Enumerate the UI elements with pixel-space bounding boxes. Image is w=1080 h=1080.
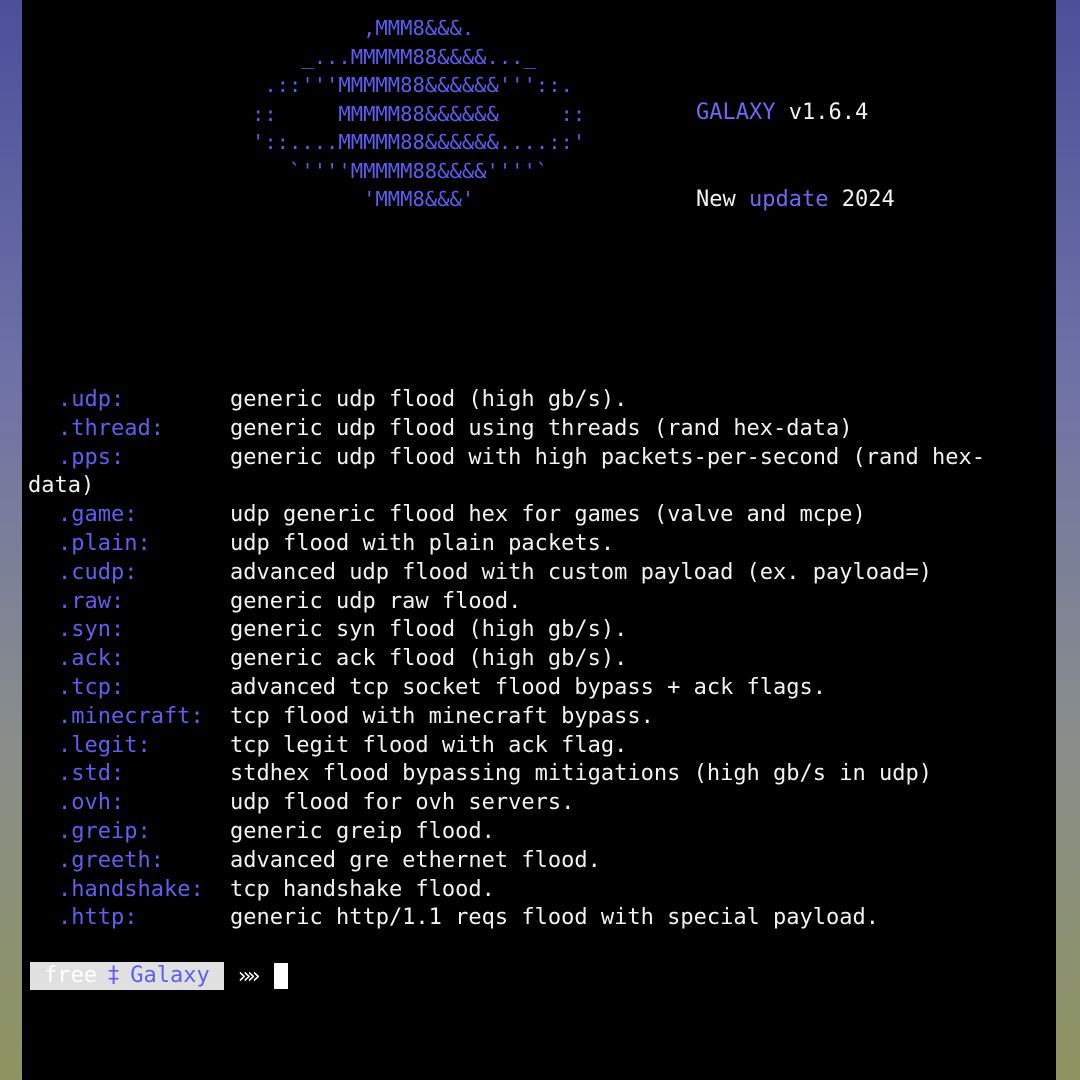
method-description-wrap: data) <box>28 473 95 499</box>
method-row: .handshake: tcp handshake flood. <box>28 876 1052 905</box>
version-label: v1.6.4 <box>788 100 869 125</box>
update-word-update: update <box>749 187 829 212</box>
command-prompt[interactable]: free ‡ Galaxy »» <box>30 962 289 990</box>
method-row: .greeth: advanced gre ethernet flood. <box>28 847 1052 876</box>
method-description: tcp flood with minecraft bypass. <box>230 703 654 729</box>
method-name: .legit: <box>58 732 151 758</box>
method-description: generic udp flood with high packets-per-… <box>230 444 985 470</box>
brand-line: GALAXY v1.6.4 <box>696 98 895 127</box>
method-row: .thread: generic udp flood using threads … <box>28 415 1052 444</box>
update-line: New update 2024 <box>696 185 895 214</box>
method-row: .cudp: advanced udp flood with custom pay… <box>28 559 1052 588</box>
method-list: .udp: generic udp flood (high gb/s). .thre… <box>28 386 1052 933</box>
update-word-new: New <box>696 187 736 212</box>
brand-name: GALAXY <box>696 100 776 125</box>
method-name: .syn: <box>58 617 125 643</box>
method-description: generic http/1.1 reqs flood with special… <box>230 905 880 931</box>
logo-line: `''''MMMMM88&&&&''''` <box>252 158 549 183</box>
method-description: udp generic flood hex for games (valve a… <box>230 502 866 528</box>
method-description: udp flood for ovh servers. <box>230 790 575 816</box>
method-name: .greeth: <box>58 847 164 873</box>
prompt-badge: free ‡ Galaxy <box>30 962 224 990</box>
method-name: .game: <box>58 502 138 528</box>
method-description: generic udp flood using threads (rand he… <box>230 415 853 441</box>
method-row: .udp: generic udp flood (high gb/s). <box>28 386 1052 415</box>
method-row: .std: stdhex flood bypassing mitigations … <box>28 760 1052 789</box>
method-name: .plain: <box>58 530 151 556</box>
method-row: .http: generic http/1.1 reqs flood with s… <box>28 904 1052 933</box>
method-description: generic udp flood (high gb/s). <box>230 387 628 412</box>
method-row: .greip: generic greip flood. <box>28 818 1052 847</box>
prompt-separator: ‡ <box>106 963 121 988</box>
method-name: .tcp: <box>58 674 125 700</box>
method-name: .pps: <box>58 444 125 470</box>
method-name: .http: <box>58 905 138 931</box>
prompt-host: Galaxy <box>130 963 210 988</box>
method-row: .ovh: udp flood for ovh servers. <box>28 789 1052 818</box>
method-description: advanced udp flood with custom payload (… <box>230 559 932 585</box>
method-name: .raw: <box>58 588 125 614</box>
method-row: .syn: generic syn flood (high gb/s). <box>28 616 1052 645</box>
method-description: udp flood with plain packets. <box>230 530 615 556</box>
method-name: .thread: <box>58 415 164 441</box>
method-description: generic syn flood (high gb/s). <box>230 617 628 643</box>
logo-line: ,MMM8&&&. <box>252 16 475 40</box>
method-description: generic ack flood (high gb/s). <box>230 646 628 672</box>
banner-info: GALAXY v1.6.4 New update 2024 <box>696 40 895 272</box>
method-description: tcp handshake flood. <box>230 876 495 902</box>
method-row: .pps: generic udp flood with high packets… <box>28 444 1052 502</box>
method-description: stdhex flood bypassing mitigations (high… <box>230 761 932 787</box>
method-row: .plain: udp flood with plain packets. <box>28 530 1052 559</box>
method-row: .game: udp generic flood hex for games (v… <box>28 501 1052 530</box>
method-name: .std: <box>58 761 125 787</box>
method-row: .tcp: advanced tcp socket flood bypass + … <box>28 674 1052 703</box>
method-name: .greip: <box>58 818 151 844</box>
method-description: advanced gre ethernet flood. <box>230 847 601 873</box>
method-name: .handshake: <box>58 876 204 902</box>
galaxy-ascii-logo: ,MMM8&&&. _...MMMMM88&&&&..._ .::'''MMMM… <box>252 14 585 214</box>
method-description: generic greip flood. <box>230 818 495 844</box>
logo-line: :: MMMMM88&&&&&& :: <box>252 101 586 126</box>
logo-line: '::....MMMMM88&&&&&&....::' <box>252 130 586 154</box>
method-name: .udp: <box>58 387 125 412</box>
logo-line: _...MMMMM88&&&&..._ <box>252 44 536 69</box>
text-cursor[interactable] <box>274 963 289 989</box>
method-description: advanced tcp socket flood bypass + ack f… <box>230 674 827 700</box>
method-row: .legit: tcp legit flood with ack flag. <box>28 732 1052 761</box>
method-row: .ack: generic ack flood (high gb/s). <box>28 645 1052 674</box>
method-name: .ack: <box>58 646 125 672</box>
method-description: generic udp raw flood. <box>230 588 522 614</box>
method-row: .minecraft: tcp flood with minecraft bypa… <box>28 703 1052 732</box>
prompt-arrow-icon: »» <box>237 963 261 989</box>
logo-line: 'MMM8&&&' <box>252 187 475 211</box>
prompt-user: free <box>44 963 97 988</box>
method-name: .minecraft: <box>58 703 204 729</box>
method-name: .ovh: <box>58 790 125 816</box>
update-year: 2024 <box>841 187 895 212</box>
method-description: tcp legit flood with ack flag. <box>230 732 628 758</box>
method-name: .cudp: <box>58 559 138 585</box>
logo-line: .::'''MMMMM88&&&&&&'''::. <box>252 73 573 97</box>
method-row: .raw: generic udp raw flood. <box>28 588 1052 617</box>
